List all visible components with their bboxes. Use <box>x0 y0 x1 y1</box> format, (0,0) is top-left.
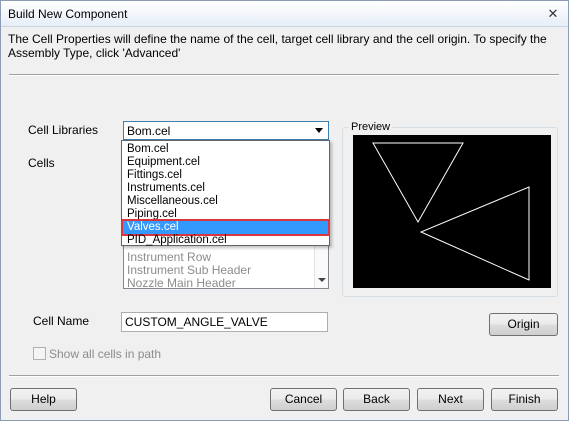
cell-libraries-combobox[interactable]: Bom.cel <box>123 121 329 140</box>
valve-triangle-right <box>419 186 530 281</box>
help-button[interactable]: Help <box>10 388 77 411</box>
preview-group: Preview <box>342 121 558 297</box>
title-bar: Build New Component ✕ <box>1 1 568 27</box>
build-new-component-dialog: Build New Component ✕ The Cell Propertie… <box>0 0 569 421</box>
cell-name-label: Cell Name <box>33 314 90 328</box>
window-title: Build New Component <box>8 7 128 21</box>
chevron-down-icon[interactable] <box>315 128 323 133</box>
origin-button[interactable]: Origin <box>489 313 558 336</box>
dropdown-option-highlighted[interactable]: Valves.cel <box>121 219 330 236</box>
finish-button[interactable]: Finish <box>491 388 558 411</box>
valve-triangle-upper <box>372 142 464 224</box>
scroll-down-arrow-icon[interactable] <box>318 278 326 282</box>
dropdown-option[interactable]: Bom.cel <box>123 143 328 156</box>
back-button[interactable]: Back <box>343 388 410 411</box>
cell-libraries-selected-value: Bom.cel <box>127 124 171 138</box>
cell-name-input[interactable]: CUSTOM_ANGLE_VALVE <box>121 312 328 332</box>
dropdown-option[interactable]: Equipment.cel <box>123 156 328 169</box>
preview-canvas <box>353 135 551 288</box>
angle-valve-preview-graphic <box>372 142 530 281</box>
list-item[interactable]: Instrument Row <box>127 250 211 264</box>
dropdown-option[interactable]: Instruments.cel <box>123 182 328 195</box>
dropdown-option[interactable]: Fittings.cel <box>123 169 328 182</box>
dropdown-option[interactable]: PID_Application.cel <box>123 234 328 247</box>
dropdown-option[interactable]: Miscellaneous.cel <box>123 195 328 208</box>
cancel-button[interactable]: Cancel <box>270 388 337 411</box>
list-item[interactable]: Nozzle Main Header <box>127 276 236 290</box>
close-icon[interactable]: ✕ <box>545 7 561 21</box>
preview-label: Preview <box>349 121 393 133</box>
next-button[interactable]: Next <box>417 388 484 411</box>
dropdown-option[interactable]: Piping.cel <box>123 208 328 221</box>
cell-libraries-dropdown-list[interactable]: Bom.cel Equipment.cel Fittings.cel Instr… <box>121 140 330 246</box>
show-all-cells-checkbox[interactable] <box>33 347 46 360</box>
bottom-divider <box>9 375 559 377</box>
cell-libraries-label: Cell Libraries <box>28 123 99 137</box>
show-all-cells-label: Show all cells in path <box>49 347 162 361</box>
description-text: The Cell Properties will define the name… <box>8 32 547 60</box>
list-item[interactable]: Instrument Sub Header <box>127 263 251 277</box>
top-divider <box>9 74 559 76</box>
cells-label: Cells <box>28 156 55 170</box>
